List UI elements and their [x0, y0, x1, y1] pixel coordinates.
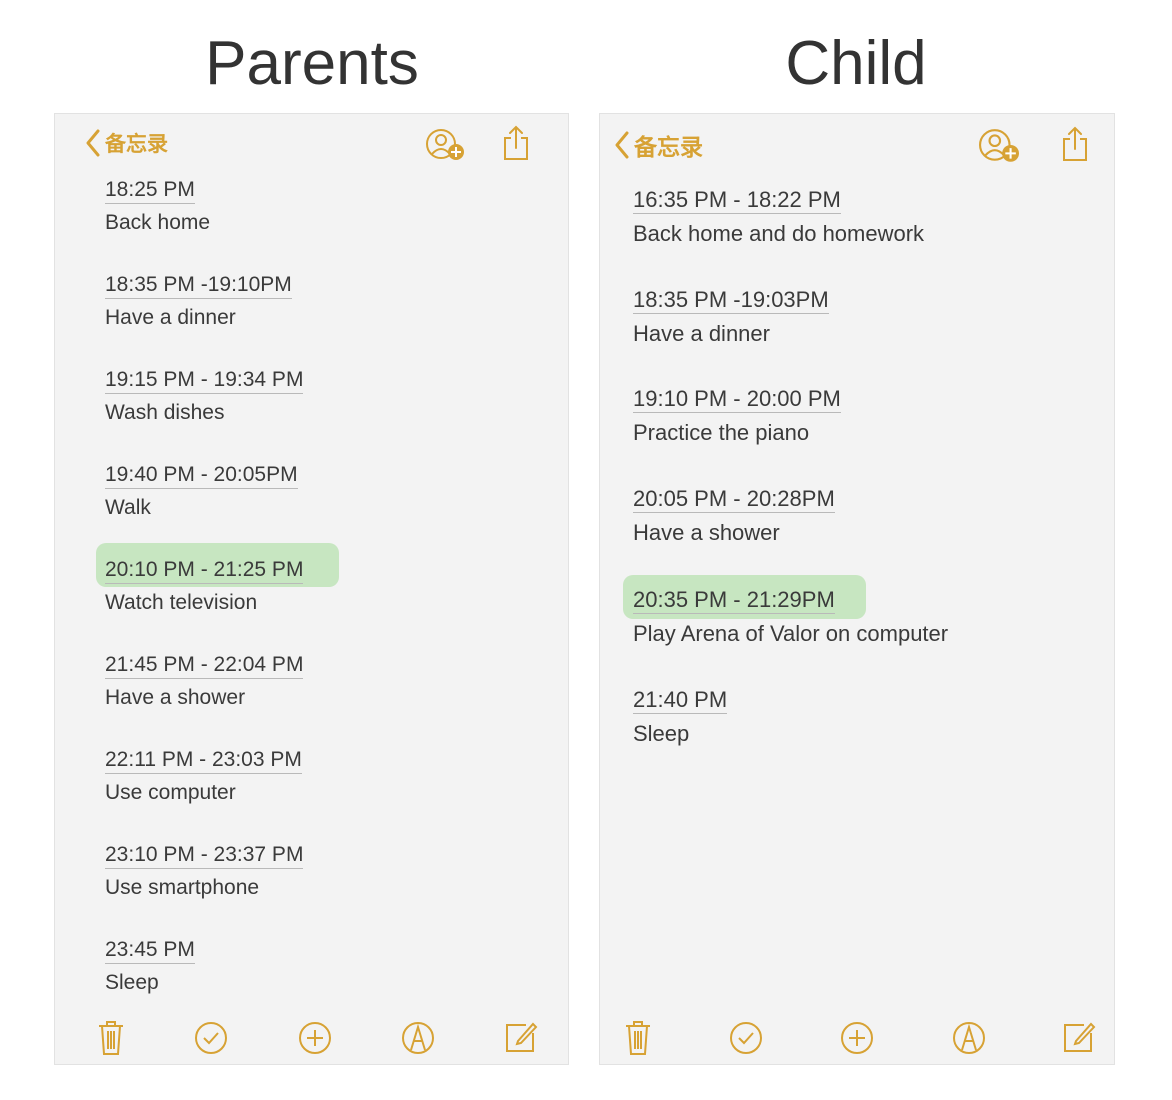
- entry-activity: Walk: [105, 496, 151, 519]
- entry-activity: Back home and do homework: [633, 221, 925, 246]
- entry-time: 19:10 PM - 20:00 PM: [633, 386, 841, 413]
- chevron-left-icon: [86, 129, 100, 157]
- note-entry: 18:35 PM -19:10PM Have a dinner: [105, 273, 292, 330]
- note-entry: 21:40 PM Sleep: [633, 687, 728, 746]
- note-entry: 20:05 PM - 20:28PM Have a shower: [633, 487, 835, 545]
- entry-time: 16:35 PM - 18:22 PM: [633, 187, 841, 214]
- note-entry-highlighted: 20:35 PM - 21:29PM Play Arena of Valor o…: [633, 588, 948, 646]
- child-notes-screen: 备忘录 16:35 PM - 18:22 PM Back home and do…: [599, 113, 1115, 1065]
- add-icon[interactable]: [298, 1021, 332, 1055]
- entry-time: 20:35 PM - 21:29PM: [633, 587, 835, 614]
- note-entry: 22:11 PM - 23:03 PM Use computer: [105, 748, 302, 805]
- entry-time: 18:25 PM: [105, 178, 195, 204]
- entry-activity: Back home: [105, 211, 211, 234]
- entry-time: 19:15 PM - 19:34 PM: [105, 368, 304, 394]
- entry-activity: Sleep: [105, 971, 159, 994]
- note-entry-highlighted: 20:10 PM - 21:25 PM Watch television: [105, 558, 304, 615]
- add-person-icon[interactable]: [975, 126, 1023, 166]
- entry-activity: Use smartphone: [105, 876, 260, 899]
- entry-activity: Sleep: [633, 721, 690, 746]
- share-icon[interactable]: [501, 124, 531, 162]
- nav-bar: 备忘录: [55, 114, 568, 174]
- entry-time: 20:05 PM - 20:28PM: [633, 486, 835, 513]
- note-entry: 19:40 PM - 20:05PM Walk: [105, 463, 298, 520]
- note-entry: 23:10 PM - 23:37 PM Use smartphone: [105, 843, 304, 900]
- note-entry: 18:25 PM Back home: [105, 178, 210, 235]
- note-entry: 18:35 PM -19:03PM Have a dinner: [633, 288, 829, 346]
- entry-activity: Have a shower: [633, 520, 780, 545]
- nav-bar: 备忘录: [600, 114, 1114, 174]
- entry-time: 23:45 PM: [105, 938, 195, 964]
- back-label: 备忘录: [634, 135, 703, 161]
- markup-icon[interactable]: [401, 1021, 435, 1055]
- note-entry: 23:45 PM Sleep: [105, 938, 195, 995]
- trash-icon[interactable]: [97, 1020, 125, 1056]
- trash-icon[interactable]: [624, 1020, 652, 1056]
- entry-activity: Watch television: [105, 591, 258, 614]
- chevron-left-icon: [615, 131, 629, 159]
- note-entry: 21:45 PM - 22:04 PM Have a shower: [105, 653, 304, 710]
- entry-time: 18:35 PM -19:03PM: [633, 287, 829, 314]
- compose-icon[interactable]: [504, 1020, 538, 1054]
- note-entry: 16:35 PM - 18:22 PM Back home and do hom…: [633, 188, 924, 246]
- entry-time: 20:10 PM - 21:25 PM: [105, 558, 304, 584]
- child-heading: Child: [785, 29, 927, 98]
- entry-time: 19:40 PM - 20:05PM: [105, 463, 298, 489]
- entry-activity: Have a dinner: [105, 306, 236, 329]
- parents-notes-screen: 备忘录 18:25 PM Back home 18:35 PM -19:10PM…: [54, 113, 569, 1065]
- entry-activity: Have a shower: [105, 686, 246, 709]
- entry-activity: Practice the piano: [633, 420, 810, 445]
- note-entry: 19:10 PM - 20:00 PM Practice the piano: [633, 387, 841, 445]
- entry-time: 18:35 PM -19:10PM: [105, 273, 292, 299]
- entry-activity: Use computer: [105, 781, 236, 804]
- back-label: 备忘录: [105, 132, 168, 156]
- entry-time: 23:10 PM - 23:37 PM: [105, 843, 304, 869]
- entry-activity: Have a dinner: [633, 321, 770, 346]
- share-icon[interactable]: [1060, 124, 1090, 164]
- back-button[interactable]: 备忘录: [85, 128, 168, 158]
- parents-heading: Parents: [205, 29, 419, 98]
- checklist-icon[interactable]: [194, 1021, 228, 1055]
- add-person-icon[interactable]: [423, 126, 467, 164]
- add-icon[interactable]: [840, 1021, 874, 1055]
- entry-time: 22:11 PM - 23:03 PM: [105, 748, 302, 774]
- entry-activity: Wash dishes: [105, 401, 225, 424]
- entry-activity: Play Arena of Valor on computer: [633, 621, 949, 646]
- checklist-icon[interactable]: [729, 1021, 763, 1055]
- back-button[interactable]: 备忘录: [614, 128, 703, 162]
- entry-time: 21:45 PM - 22:04 PM: [105, 653, 304, 679]
- note-entry: 19:15 PM - 19:34 PM Wash dishes: [105, 368, 304, 425]
- markup-icon[interactable]: [952, 1021, 986, 1055]
- compose-icon[interactable]: [1062, 1020, 1096, 1054]
- entry-time: 21:40 PM: [633, 687, 728, 714]
